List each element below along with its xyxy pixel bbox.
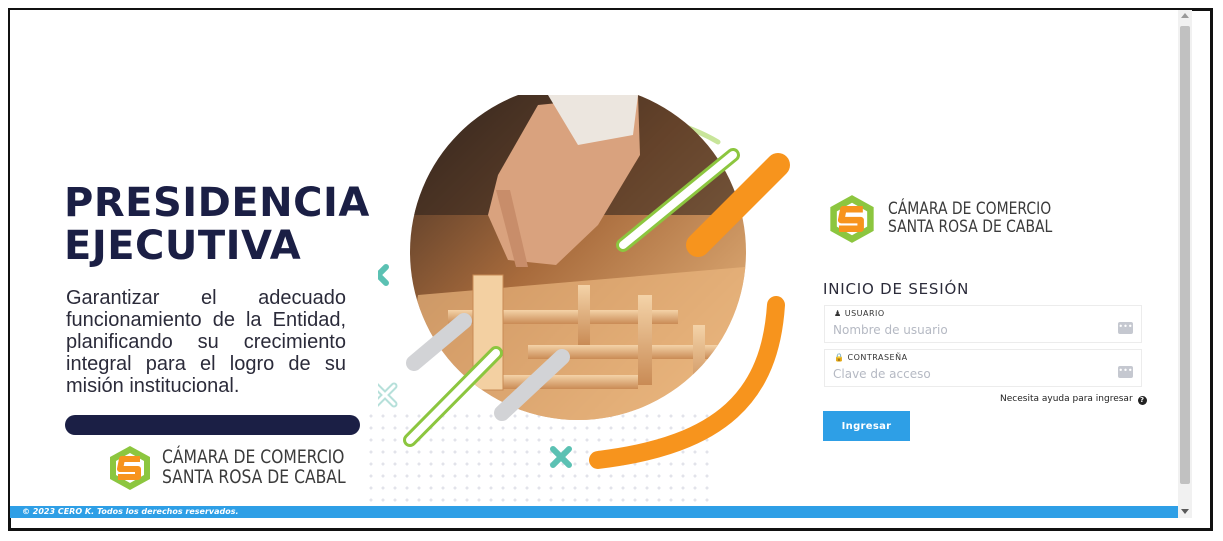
question-circle-icon: ? [1137, 396, 1147, 405]
user-icon: ♟ [834, 309, 842, 318]
username-label: ♟ USUARIO [834, 309, 885, 318]
brand-name-line-1: CÁMARA DE COMERCIO [162, 446, 345, 469]
username-field: ♟ USUARIO ••• [824, 305, 1142, 343]
brand-logo-footer: CÁMARA DE COMERCIO SANTA ROSA DE CABAL [108, 444, 386, 492]
lock-icon: 🔒 [834, 353, 845, 362]
autofill-button[interactable]: ••• [1118, 322, 1133, 334]
brand-name-line-2: SANTA ROSA DE CABAL [888, 217, 1053, 237]
page-viewport: PRESIDENCIA EJECUTIVA Garantizar el adec… [10, 10, 1178, 518]
brand-name: CÁMARA DE COMERCIO SANTA ROSA DE CABAL [888, 200, 1053, 237]
brand-name-line-2: SANTA ROSA DE CABAL [162, 466, 346, 488]
logo-s-icon [110, 446, 150, 490]
help-link-text: Necesita ayuda para ingresar [1000, 394, 1133, 404]
login-title: INICIO DE SESIÓN [823, 280, 970, 298]
footer-bar: © 2023 CERO K. Todos los derechos reserv… [10, 506, 1178, 518]
scroll-down-arrow-icon[interactable] [1181, 509, 1189, 514]
brand-logo: CÁMARA DE COMERCIO SANTA ROSA DE CABAL [828, 193, 1088, 245]
login-button[interactable]: Ingresar [823, 411, 910, 441]
outline-cross-icon [378, 382, 398, 408]
brand-name: CÁMARA DE COMERCIO SANTA ROSA DE CABAL [162, 446, 346, 488]
page-title: PRESIDENCIA EJECUTIVA [64, 182, 370, 268]
scroll-up-arrow-icon[interactable] [1181, 13, 1189, 18]
title-line-2: EJECUTIVA [64, 223, 302, 269]
teal-cross-icon [378, 264, 389, 286]
autofill-button[interactable]: ••• [1118, 366, 1133, 378]
mission-description: Garantizar el adecuado funcionamiento de… [66, 287, 346, 397]
teal-cross-icon [550, 446, 572, 468]
title-line-1: PRESIDENCIA [64, 180, 370, 226]
decorative-bar [65, 415, 360, 435]
copyright-text: © 2023 CERO K. Todos los derechos reserv… [22, 507, 239, 516]
help-link[interactable]: Necesita ayuda para ingresar ? [1000, 394, 1147, 405]
logo-s-icon [830, 195, 874, 243]
hero-illustration [378, 95, 790, 469]
username-input[interactable] [833, 321, 1103, 339]
scrollbar-thumb[interactable] [1180, 26, 1190, 484]
password-field: 🔒 CONTRASEÑA ••• [824, 349, 1142, 387]
vertical-scrollbar[interactable] [1178, 10, 1192, 518]
password-input[interactable] [833, 365, 1103, 383]
password-label: 🔒 CONTRASEÑA [834, 353, 908, 362]
